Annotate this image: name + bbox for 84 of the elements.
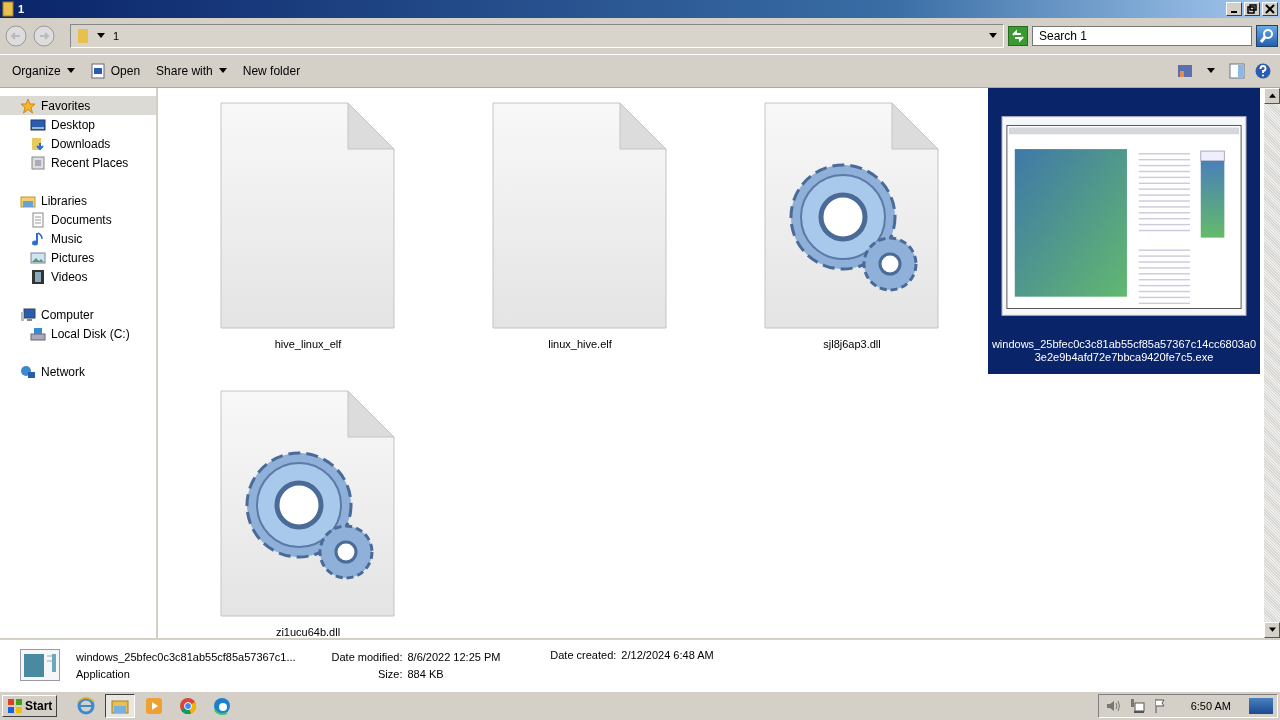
view-icon: [1177, 64, 1193, 78]
address-field[interactable]: 1: [70, 24, 1004, 48]
star-icon: [20, 97, 36, 114]
field-label: Date modified:: [330, 650, 403, 663]
caret-icon: [218, 68, 227, 74]
sidebar-item[interactable]: Documents: [0, 210, 156, 229]
search-button[interactable]: [1256, 25, 1278, 47]
toolbar-button[interactable]: New folder: [236, 58, 307, 84]
sidebar-item[interactable]: Network: [0, 362, 156, 381]
speaker-icon[interactable]: [1104, 698, 1121, 714]
toolbar-button[interactable]: Share with: [150, 58, 233, 84]
up-arrow-icon: [1268, 93, 1276, 99]
desktop-icon: [30, 116, 46, 133]
field-label: Size:: [377, 667, 403, 680]
file-name: windows_25bfec0c3c81ab55cf85a57367c1...: [76, 650, 297, 663]
window-preview-icon: [1001, 115, 1247, 317]
start-icon: [7, 698, 23, 714]
toolbar-button[interactable]: Organize: [6, 58, 81, 84]
sidebar-item[interactable]: Computer: [0, 305, 156, 324]
sidebar-item[interactable]: Desktop: [0, 115, 156, 134]
picture-icon: [30, 249, 46, 266]
refresh-button[interactable]: [1008, 26, 1028, 46]
film-icon: [30, 268, 46, 285]
field-label: Date created:: [549, 649, 617, 661]
application-icon: [20, 649, 60, 681]
window-title: 1: [18, 3, 25, 15]
file-item[interactable]: zi1ucu64b.dll: [172, 376, 444, 638]
sidebar-item[interactable]: Local Disk (C:): [0, 324, 156, 343]
search-field[interactable]: Search 1: [1032, 26, 1252, 46]
sidebar-item[interactable]: Libraries: [0, 191, 156, 210]
taskbar-button[interactable]: [105, 694, 136, 718]
restore-icon: [1247, 4, 1257, 14]
settings-file-icon: [764, 102, 940, 330]
sidebar-item[interactable]: Music: [0, 229, 156, 248]
folder-icon: [77, 28, 89, 44]
sidebar-item[interactable]: Downloads: [0, 134, 156, 153]
minimize-icon: [1231, 11, 1237, 13]
sidebar-item[interactable]: Recent Places: [0, 153, 156, 172]
folder-icon: [2, 1, 14, 17]
settings-file-icon: [220, 390, 396, 618]
field-value: 2/12/2024 6:48 AM: [621, 649, 715, 661]
sidebar-item[interactable]: Favorites: [0, 96, 156, 115]
globe-icon: [76, 696, 97, 716]
scrollbar[interactable]: [1264, 88, 1280, 638]
caret-icon: [97, 33, 105, 39]
field-value: 8/6/2022 12:25 PM: [407, 650, 502, 663]
play-icon: [144, 696, 165, 716]
caret-icon: [66, 68, 75, 74]
document-icon: [30, 211, 46, 228]
blank-file-icon: [492, 102, 668, 330]
show-desktop-button[interactable]: [1249, 698, 1273, 714]
blank-file-icon: [220, 102, 396, 330]
sidebar-item[interactable]: Videos: [0, 267, 156, 286]
network-icon: [20, 363, 36, 380]
clock[interactable]: 6:50 AM: [1190, 700, 1231, 712]
music-note-icon: [30, 230, 46, 247]
toolbar-button[interactable]: Open: [84, 58, 147, 84]
file-type: Application: [76, 667, 131, 680]
pane-icon: [1229, 63, 1245, 79]
file-item[interactable]: linux_hive.elf: [444, 88, 716, 374]
window-icon: [90, 63, 105, 79]
close-icon: [1265, 4, 1275, 14]
file-item[interactable]: sjl8j6ap3.dll: [716, 88, 988, 374]
computer-icon: [20, 306, 36, 323]
file-item[interactable]: windows_25bfec0c3c81ab55cf85a57367c14cc6803a03e2e9b4afd72e7bbca9420fe7c5.exe: [988, 88, 1260, 374]
network-icon[interactable]: [1128, 698, 1145, 714]
folder-download-icon: [30, 135, 46, 152]
caret-icon: [1207, 68, 1215, 74]
dropdown-caret-icon: [989, 33, 997, 39]
close-button[interactable]: [1262, 2, 1278, 16]
recent-places-icon: [30, 154, 46, 171]
file-item[interactable]: hive_linux_elf: [172, 88, 444, 374]
start-button[interactable]: Start: [2, 695, 58, 717]
search-icon: [1259, 28, 1275, 44]
disk-icon: [30, 325, 46, 342]
refresh-arrows-icon: [1010, 29, 1026, 43]
browser-icon: [178, 696, 199, 716]
browser-icon: [212, 696, 233, 716]
help-icon: [1255, 63, 1271, 79]
field-value: 884 KB: [407, 667, 445, 680]
down-arrow-icon: [1268, 627, 1276, 633]
minimize-button[interactable]: [1226, 2, 1242, 16]
restore-button[interactable]: [1244, 2, 1260, 16]
sidebar-item[interactable]: Pictures: [0, 248, 156, 267]
